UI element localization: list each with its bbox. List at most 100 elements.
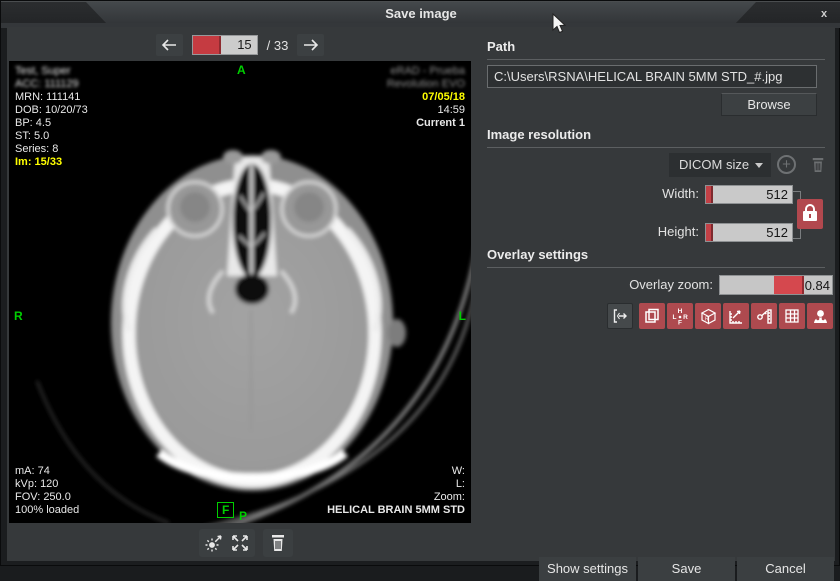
window-overlay: W:: [452, 465, 465, 478]
preset-row: DICOM size +: [479, 153, 833, 179]
save-image-dialog: Save image x 15 / 33: [0, 0, 840, 566]
orientation-markers-button[interactable]: HL RF: [667, 303, 693, 329]
time-overlay: 14:59: [437, 104, 465, 117]
ma-overlay: mA: 74: [15, 465, 50, 478]
resolution-section-title: Image resolution: [487, 127, 833, 142]
image-number-overlay: Im: 15/33: [15, 156, 62, 169]
accession-overlay: ACC: 111129: [15, 78, 79, 91]
actual-size-icon: [205, 534, 223, 552]
footer-buttons: Show settings Save Cancel: [539, 557, 834, 581]
spinner-fill: [193, 36, 222, 54]
close-icon[interactable]: x: [815, 6, 833, 22]
stack-frames-button[interactable]: [639, 303, 665, 329]
ruler-protractor-icon: [728, 308, 745, 325]
expand-arrows-icon: [231, 534, 249, 552]
delete-image-button[interactable]: [267, 532, 289, 554]
height-row: Height: 512: [479, 223, 833, 242]
resolution-preset-dropdown[interactable]: DICOM size: [669, 153, 771, 177]
overlay-divider: [487, 267, 825, 268]
overlay-zoom-label: Overlay zoom:: [629, 277, 713, 292]
overlay-zoom-thumb[interactable]: [774, 276, 804, 294]
window-title: Save image: [1, 6, 840, 21]
save-button[interactable]: Save: [638, 557, 735, 581]
scanner-overlay: Revolution EVO: [387, 78, 465, 91]
overlay-section-title: Overlay settings: [487, 247, 833, 262]
width-value: 512: [766, 187, 788, 202]
aspect-ratio-lock-button[interactable]: [797, 199, 823, 229]
show-settings-button[interactable]: Show settings: [539, 557, 636, 581]
height-value: 512: [766, 225, 788, 240]
svg-text:R: R: [705, 316, 709, 322]
height-label: Height:: [658, 224, 699, 239]
orientation-feet-box: F: [217, 502, 234, 518]
add-preset-button[interactable]: +: [777, 155, 796, 174]
trash-disabled-icon: [811, 157, 825, 173]
path-divider: [487, 59, 825, 60]
overlay-zoom-value: 0.84: [805, 278, 830, 293]
current-overlay: Current 1: [416, 117, 465, 130]
svg-text:F: F: [678, 320, 682, 326]
previous-image-button[interactable]: [156, 34, 183, 56]
next-image-button[interactable]: [297, 34, 324, 56]
st-overlay: ST: 5.0: [15, 130, 49, 143]
move-overlays-button[interactable]: [607, 303, 633, 329]
series-description-overlay: HELICAL BRAIN 5MM STD: [327, 504, 465, 517]
bp-overlay: BP: 4.5: [15, 117, 51, 130]
ruler-protractor-button[interactable]: [723, 303, 749, 329]
key-ruler-icon: [756, 308, 773, 325]
file-path-input[interactable]: [487, 65, 817, 88]
dialog-body: 15 / 33: [7, 27, 835, 561]
move-overlays-icon: [612, 308, 628, 324]
ct-image-viewport[interactable]: Test, Super ACC: 111129 MRN: 111141 DOB:…: [9, 61, 471, 523]
right-arrow-icon: [303, 39, 319, 51]
stack-frames-icon: [644, 308, 660, 324]
image-count-label: / 33: [267, 38, 289, 53]
path-section-title: Path: [487, 39, 515, 54]
width-label: Width:: [662, 186, 699, 201]
level-overlay: L:: [456, 478, 465, 491]
browse-button[interactable]: Browse: [721, 93, 817, 116]
fov-overlay: FOV: 250.0: [15, 491, 71, 504]
mrn-overlay: MRN: 111141: [15, 91, 80, 104]
width-field[interactable]: 512: [705, 185, 793, 204]
overlay-zoom-slider[interactable]: 0.84: [719, 275, 833, 295]
delete-preset-button[interactable]: [803, 152, 833, 178]
delete-image-group: [263, 529, 293, 557]
spinner-value: 15: [237, 37, 251, 52]
orientation-marker-left: L: [459, 309, 466, 323]
left-arrow-icon: [161, 39, 177, 51]
actual-size-button[interactable]: [203, 532, 225, 554]
patient-info-button[interactable]: [807, 303, 833, 329]
width-drag-handle[interactable]: [706, 186, 713, 203]
dob-overlay: DOB: 10/20/73: [15, 104, 88, 117]
fit-to-window-button[interactable]: [229, 532, 251, 554]
patient-icon: [812, 308, 829, 325]
orientation-marker-anterior: A: [237, 63, 246, 77]
trash-icon: [270, 534, 286, 552]
height-field[interactable]: 512: [705, 223, 793, 242]
orientation-marker-right: R: [14, 309, 23, 323]
grid-table-icon: [784, 308, 800, 324]
viewport-toolbar: [199, 529, 293, 557]
overlay-zoom-row: Overlay zoom: 0.84: [479, 275, 833, 295]
orientation-marker-posterior: P: [239, 509, 247, 523]
chevron-down-icon: [755, 163, 763, 168]
title-bar: Save image x: [1, 1, 840, 27]
cube-3d-button[interactable]: R: [695, 303, 721, 329]
grid-table-button[interactable]: [779, 303, 805, 329]
zoom-tool-group: [199, 529, 255, 557]
image-index-spinner[interactable]: 15: [192, 35, 258, 55]
svg-text:R: R: [683, 314, 688, 321]
svg-text:L: L: [673, 314, 677, 321]
height-drag-handle[interactable]: [706, 224, 713, 241]
loaded-overlay: 100% loaded: [15, 504, 79, 517]
resolution-divider: [487, 147, 825, 148]
date-overlay: 07/05/18: [422, 91, 465, 104]
orientation-markers-icon: HL RF: [671, 307, 689, 325]
svg-text:H: H: [678, 308, 683, 315]
image-navigation: 15 / 33: [9, 33, 471, 57]
width-row: Width: 512: [479, 185, 833, 204]
cancel-button[interactable]: Cancel: [737, 557, 834, 581]
ct-brain-image: [9, 61, 471, 523]
key-ruler-button[interactable]: [751, 303, 777, 329]
